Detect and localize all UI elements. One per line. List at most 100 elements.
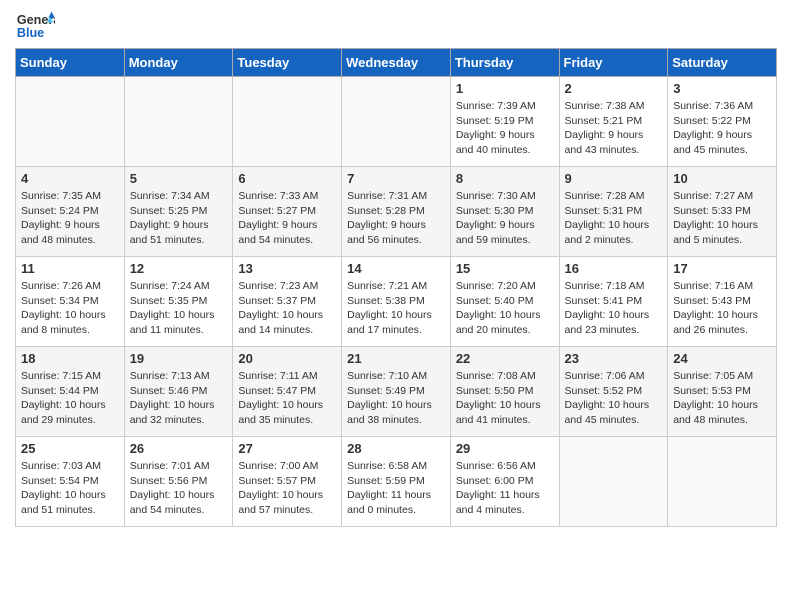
day-info: Sunrise: 7:39 AM Sunset: 5:19 PM Dayligh… bbox=[456, 99, 554, 158]
day-number: 28 bbox=[347, 441, 445, 456]
day-info: Sunrise: 7:30 AM Sunset: 5:30 PM Dayligh… bbox=[456, 189, 554, 248]
day-info: Sunrise: 7:05 AM Sunset: 5:53 PM Dayligh… bbox=[673, 369, 771, 428]
day-info: Sunrise: 7:28 AM Sunset: 5:31 PM Dayligh… bbox=[565, 189, 663, 248]
day-info: Sunrise: 7:13 AM Sunset: 5:46 PM Dayligh… bbox=[130, 369, 228, 428]
day-number: 8 bbox=[456, 171, 554, 186]
day-number: 2 bbox=[565, 81, 663, 96]
day-info: Sunrise: 7:33 AM Sunset: 5:27 PM Dayligh… bbox=[238, 189, 336, 248]
day-info: Sunrise: 7:23 AM Sunset: 5:37 PM Dayligh… bbox=[238, 279, 336, 338]
day-number: 9 bbox=[565, 171, 663, 186]
day-info: Sunrise: 7:16 AM Sunset: 5:43 PM Dayligh… bbox=[673, 279, 771, 338]
calendar-cell: 4 Sunrise: 7:35 AM Sunset: 5:24 PM Daylig… bbox=[16, 167, 125, 257]
calendar-cell: 12 Sunrise: 7:24 AM Sunset: 5:35 PM Dayli… bbox=[124, 257, 233, 347]
day-number: 3 bbox=[673, 81, 771, 96]
day-number: 26 bbox=[130, 441, 228, 456]
day-info: Sunrise: 7:01 AM Sunset: 5:56 PM Dayligh… bbox=[130, 459, 228, 518]
weekday-header-monday: Monday bbox=[124, 49, 233, 77]
calendar-cell: 2 Sunrise: 7:38 AM Sunset: 5:21 PM Daylig… bbox=[559, 77, 668, 167]
calendar-cell: 25 Sunrise: 7:03 AM Sunset: 5:54 PM Dayli… bbox=[16, 437, 125, 527]
calendar-cell: 28 Sunrise: 6:58 AM Sunset: 5:59 PM Dayli… bbox=[342, 437, 451, 527]
calendar-week-row: 11Sunrise: 7:26 AM Sunset: 5:34 PM Dayli… bbox=[16, 257, 777, 347]
day-info: Sunrise: 7:34 AM Sunset: 5:25 PM Dayligh… bbox=[130, 189, 228, 248]
day-info: Sunrise: 7:00 AM Sunset: 5:57 PM Dayligh… bbox=[238, 459, 336, 518]
calendar-week-row: 18 Sunrise: 7:15 AM Sunset: 5:44 PM Dayli… bbox=[16, 347, 777, 437]
day-number: 12 bbox=[130, 261, 228, 276]
calendar-cell: 7Sunrise: 7:31 AM Sunset: 5:28 PM Daylig… bbox=[342, 167, 451, 257]
calendar-cell bbox=[342, 77, 451, 167]
day-info: Sunrise: 7:11 AM Sunset: 5:47 PM Dayligh… bbox=[238, 369, 336, 428]
day-number: 16 bbox=[565, 261, 663, 276]
day-number: 19 bbox=[130, 351, 228, 366]
calendar-cell: 9 Sunrise: 7:28 AM Sunset: 5:31 PM Daylig… bbox=[559, 167, 668, 257]
day-info: Sunrise: 7:21 AM Sunset: 5:38 PM Dayligh… bbox=[347, 279, 445, 338]
day-number: 21 bbox=[347, 351, 445, 366]
day-number: 25 bbox=[21, 441, 119, 456]
day-number: 17 bbox=[673, 261, 771, 276]
day-info: Sunrise: 7:24 AM Sunset: 5:35 PM Dayligh… bbox=[130, 279, 228, 338]
calendar-cell: 13 Sunrise: 7:23 AM Sunset: 5:37 PM Dayli… bbox=[233, 257, 342, 347]
day-info: Sunrise: 7:31 AM Sunset: 5:28 PM Dayligh… bbox=[347, 189, 445, 248]
weekday-header-tuesday: Tuesday bbox=[233, 49, 342, 77]
calendar-cell: 23 Sunrise: 7:06 AM Sunset: 5:52 PM Dayli… bbox=[559, 347, 668, 437]
calendar-cell bbox=[16, 77, 125, 167]
calendar-cell: 10 Sunrise: 7:27 AM Sunset: 5:33 PM Dayli… bbox=[668, 167, 777, 257]
day-info: Sunrise: 7:06 AM Sunset: 5:52 PM Dayligh… bbox=[565, 369, 663, 428]
calendar-cell: 18 Sunrise: 7:15 AM Sunset: 5:44 PM Dayli… bbox=[16, 347, 125, 437]
day-number: 18 bbox=[21, 351, 119, 366]
weekday-header-thursday: Thursday bbox=[450, 49, 559, 77]
calendar-cell: 24 Sunrise: 7:05 AM Sunset: 5:53 PM Dayli… bbox=[668, 347, 777, 437]
logo: General Blue bbox=[15, 10, 55, 40]
day-number: 22 bbox=[456, 351, 554, 366]
general-blue-logo-icon: General Blue bbox=[15, 10, 55, 40]
day-number: 27 bbox=[238, 441, 336, 456]
day-number: 29 bbox=[456, 441, 554, 456]
day-number: 14 bbox=[347, 261, 445, 276]
day-info: Sunrise: 7:03 AM Sunset: 5:54 PM Dayligh… bbox=[21, 459, 119, 518]
day-info: Sunrise: 7:27 AM Sunset: 5:33 PM Dayligh… bbox=[673, 189, 771, 248]
calendar-cell bbox=[233, 77, 342, 167]
day-number: 11 bbox=[21, 261, 119, 276]
day-info: Sunrise: 7:35 AM Sunset: 5:24 PM Dayligh… bbox=[21, 189, 119, 248]
calendar-cell: 29 Sunrise: 6:56 AM Sunset: 6:00 PM Dayli… bbox=[450, 437, 559, 527]
svg-text:Blue: Blue bbox=[17, 26, 44, 40]
calendar-cell: 17 Sunrise: 7:16 AM Sunset: 5:43 PM Dayli… bbox=[668, 257, 777, 347]
calendar-cell: 6 Sunrise: 7:33 AM Sunset: 5:27 PM Daylig… bbox=[233, 167, 342, 257]
calendar-cell bbox=[124, 77, 233, 167]
day-number: 23 bbox=[565, 351, 663, 366]
day-info: Sunrise: 7:10 AM Sunset: 5:49 PM Dayligh… bbox=[347, 369, 445, 428]
day-info: Sunrise: 7:38 AM Sunset: 5:21 PM Dayligh… bbox=[565, 99, 663, 158]
day-number: 6 bbox=[238, 171, 336, 186]
day-number: 10 bbox=[673, 171, 771, 186]
day-info: Sunrise: 6:56 AM Sunset: 6:00 PM Dayligh… bbox=[456, 459, 554, 518]
day-number: 5 bbox=[130, 171, 228, 186]
day-number: 15 bbox=[456, 261, 554, 276]
calendar-cell: 16 Sunrise: 7:18 AM Sunset: 5:41 PM Dayli… bbox=[559, 257, 668, 347]
calendar-cell: 1Sunrise: 7:39 AM Sunset: 5:19 PM Daylig… bbox=[450, 77, 559, 167]
calendar-cell: 11Sunrise: 7:26 AM Sunset: 5:34 PM Dayli… bbox=[16, 257, 125, 347]
calendar-cell: 8 Sunrise: 7:30 AM Sunset: 5:30 PM Daylig… bbox=[450, 167, 559, 257]
calendar-cell: 14 Sunrise: 7:21 AM Sunset: 5:38 PM Dayli… bbox=[342, 257, 451, 347]
calendar-week-row: 25 Sunrise: 7:03 AM Sunset: 5:54 PM Dayli… bbox=[16, 437, 777, 527]
day-info: Sunrise: 7:15 AM Sunset: 5:44 PM Dayligh… bbox=[21, 369, 119, 428]
day-number: 4 bbox=[21, 171, 119, 186]
calendar-cell: 22 Sunrise: 7:08 AM Sunset: 5:50 PM Dayli… bbox=[450, 347, 559, 437]
day-number: 24 bbox=[673, 351, 771, 366]
day-number: 13 bbox=[238, 261, 336, 276]
weekday-header-friday: Friday bbox=[559, 49, 668, 77]
calendar-week-row: 1Sunrise: 7:39 AM Sunset: 5:19 PM Daylig… bbox=[16, 77, 777, 167]
calendar-cell bbox=[668, 437, 777, 527]
calendar-cell: 19 Sunrise: 7:13 AM Sunset: 5:46 PM Dayli… bbox=[124, 347, 233, 437]
calendar-cell: 5 Sunrise: 7:34 AM Sunset: 5:25 PM Daylig… bbox=[124, 167, 233, 257]
calendar-week-row: 4 Sunrise: 7:35 AM Sunset: 5:24 PM Daylig… bbox=[16, 167, 777, 257]
day-info: Sunrise: 7:08 AM Sunset: 5:50 PM Dayligh… bbox=[456, 369, 554, 428]
day-number: 20 bbox=[238, 351, 336, 366]
calendar-cell: 26 Sunrise: 7:01 AM Sunset: 5:56 PM Dayli… bbox=[124, 437, 233, 527]
weekday-header-saturday: Saturday bbox=[668, 49, 777, 77]
day-info: Sunrise: 6:58 AM Sunset: 5:59 PM Dayligh… bbox=[347, 459, 445, 518]
calendar-body: 1Sunrise: 7:39 AM Sunset: 5:19 PM Daylig… bbox=[16, 77, 777, 527]
calendar-table: SundayMondayTuesdayWednesdayThursdayFrid… bbox=[15, 48, 777, 527]
calendar-cell: 15Sunrise: 7:20 AM Sunset: 5:40 PM Dayli… bbox=[450, 257, 559, 347]
calendar-cell: 3Sunrise: 7:36 AM Sunset: 5:22 PM Daylig… bbox=[668, 77, 777, 167]
weekday-header-row: SundayMondayTuesdayWednesdayThursdayFrid… bbox=[16, 49, 777, 77]
day-info: Sunrise: 7:18 AM Sunset: 5:41 PM Dayligh… bbox=[565, 279, 663, 338]
